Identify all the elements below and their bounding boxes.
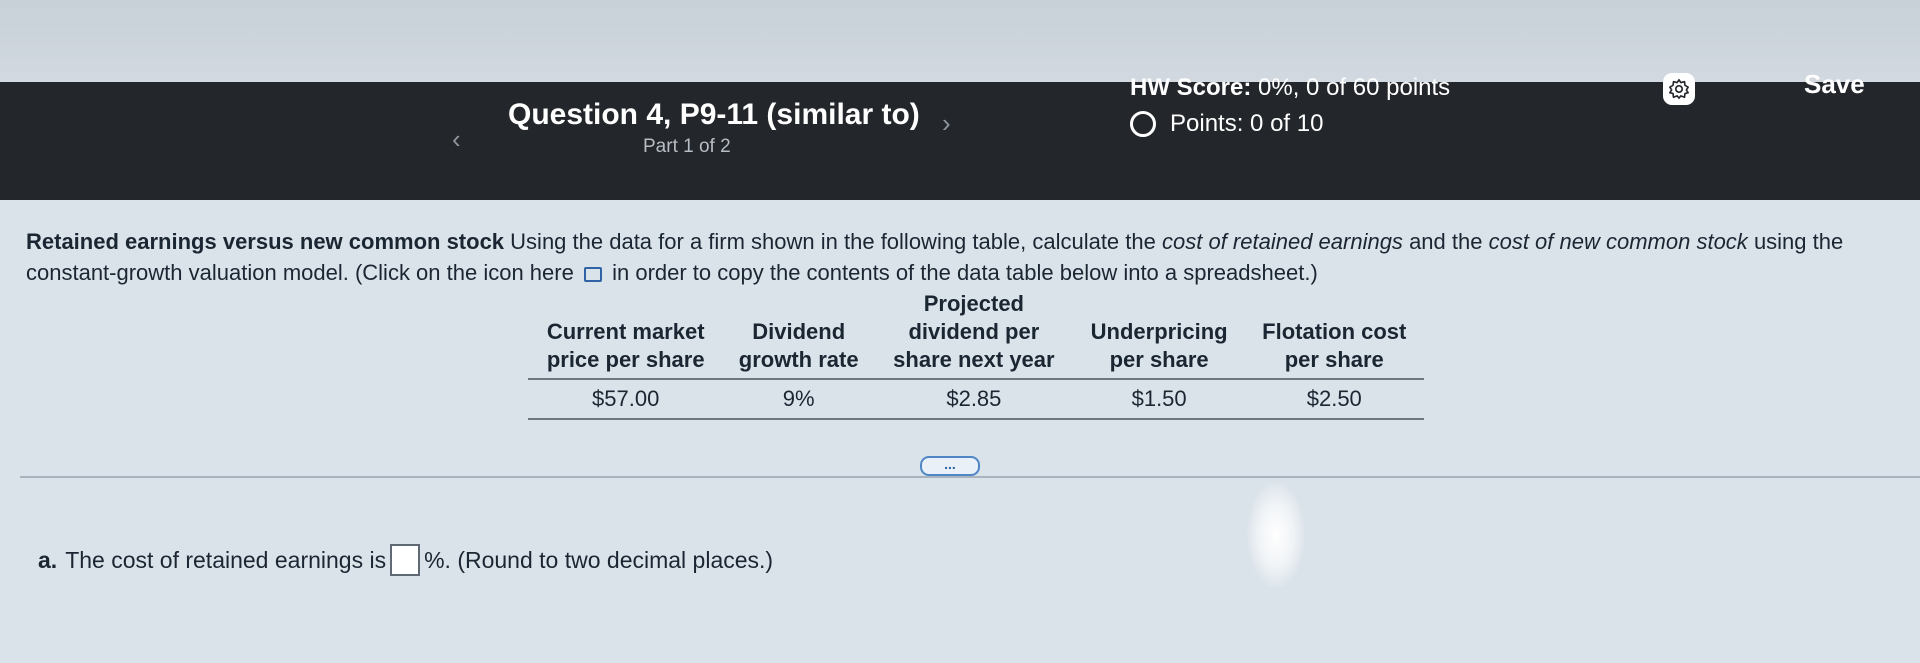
- top-strip: [0, 0, 1920, 82]
- gear-icon: [1669, 79, 1689, 99]
- cell-projected-dividend: $2.85: [874, 379, 1074, 420]
- screen-glare: [1246, 480, 1306, 590]
- question-part: Part 1 of 2: [643, 136, 731, 157]
- col-header-underpricing: Underpricing per share: [1073, 288, 1245, 380]
- term-cost-retained-earnings: cost of retained earnings: [1162, 229, 1403, 254]
- cell-underpricing: $1.50: [1073, 379, 1245, 420]
- expand-more-button[interactable]: ...: [920, 456, 980, 476]
- hw-score-value: 0%, 0 of 60 points: [1258, 74, 1451, 101]
- hw-score: HW Score: 0%, 0 of 60 points: [1130, 74, 1450, 102]
- col-header-growth-rate: Dividend growth rate: [723, 288, 875, 380]
- col-header-market-price: Current market price per share: [528, 288, 724, 380]
- problem-text-3: in order to copy the contents of the dat…: [612, 260, 1318, 285]
- copy-table-icon[interactable]: [583, 266, 602, 282]
- points-label: Points:: [1170, 110, 1244, 137]
- problem-title: Retained earnings versus new common stoc…: [26, 229, 505, 254]
- col-header-projected-dividend: Projected dividend per share next year: [874, 288, 1074, 380]
- section-divider: [20, 476, 1920, 478]
- question-title: Question 4, P9-11 (similar to): [508, 98, 920, 131]
- problem-and: and the: [1409, 229, 1483, 254]
- cell-market-price: $57.00: [528, 379, 724, 420]
- previous-question-button[interactable]: ‹: [452, 124, 461, 155]
- term-cost-new-common-stock: cost of new common stock: [1488, 229, 1748, 254]
- cell-flotation-cost: $2.50: [1244, 379, 1424, 420]
- data-table: Current market price per share Dividend …: [528, 288, 1424, 420]
- part-a-text-before: The cost of retained earnings is: [65, 546, 387, 573]
- status-circle-icon: [1130, 111, 1156, 137]
- question-header: [0, 82, 1920, 200]
- problem-text-1: Using the data for a firm shown in the f…: [510, 229, 1156, 254]
- part-a-text-after: %. (Round to two decimal places.): [424, 546, 774, 573]
- cell-growth-rate: 9%: [723, 379, 875, 420]
- next-question-button[interactable]: ›: [942, 108, 951, 139]
- settings-button[interactable]: [1663, 73, 1695, 105]
- points-value: 0 of 10: [1250, 110, 1324, 137]
- save-button[interactable]: Save: [1804, 69, 1865, 100]
- question-part-a: a. The cost of retained earnings is %. (…: [38, 544, 773, 576]
- part-a-letter: a.: [38, 546, 58, 573]
- col-header-flotation-cost: Flotation cost per share: [1244, 288, 1424, 380]
- problem-statement: Retained earnings versus new common stoc…: [26, 226, 1906, 288]
- cost-retained-earnings-input[interactable]: [390, 544, 421, 576]
- hw-score-label: HW Score:: [1130, 74, 1252, 101]
- points: Points: 0 of 10: [1130, 110, 1323, 138]
- table-header-row: Current market price per share Dividend …: [528, 288, 1424, 380]
- table-row: $57.00 9% $2.85 $1.50 $2.50: [528, 379, 1424, 420]
